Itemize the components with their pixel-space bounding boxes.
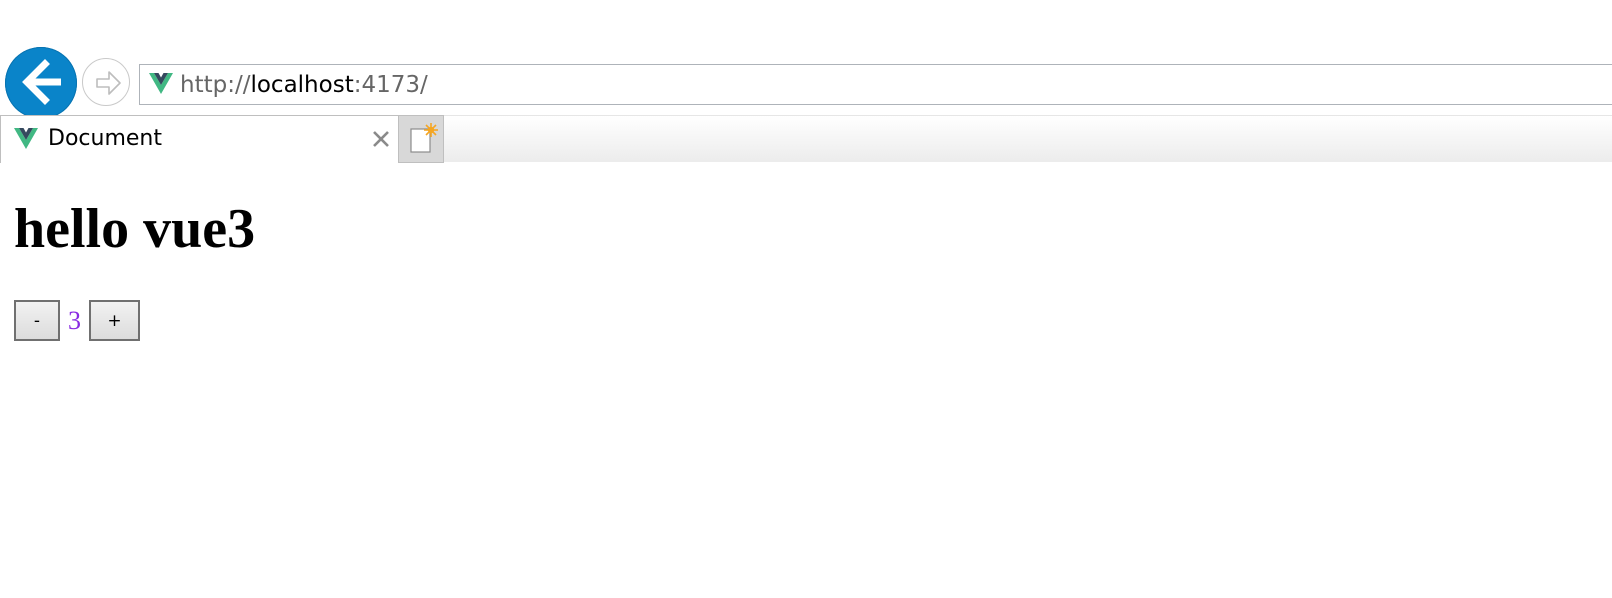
- new-tab-button[interactable]: [399, 115, 444, 163]
- tab-document[interactable]: Document: [0, 115, 399, 163]
- page-title: hello vue3: [14, 198, 256, 260]
- close-icon[interactable]: [368, 126, 394, 152]
- url-scheme: http://: [180, 72, 251, 98]
- tab-strip: Document: [0, 115, 1612, 163]
- counter: - 3 +: [14, 300, 1598, 341]
- url-host: localhost: [250, 72, 354, 98]
- vue-logo-icon: [149, 73, 173, 94]
- address-url[interactable]: http://localhost:4173/: [180, 70, 428, 100]
- browser-chrome: http://localhost:4173/ Document: [0, 0, 1612, 163]
- back-button[interactable]: [5, 47, 77, 119]
- counter-value: 3: [68, 305, 81, 335]
- tab-title: Document: [48, 126, 162, 151]
- decrement-button[interactable]: -: [14, 300, 60, 341]
- forward-button[interactable]: [82, 58, 130, 106]
- page-content: hello vue3 - 3 +: [0, 162, 1612, 341]
- vue-logo-icon: [14, 128, 38, 149]
- url-port-path: :4173/: [353, 72, 428, 98]
- increment-button[interactable]: +: [89, 300, 140, 341]
- new-tab-icon: [410, 123, 438, 153]
- forward-arrow-icon: [96, 71, 121, 95]
- back-arrow-icon: [22, 59, 61, 105]
- address-bar[interactable]: http://localhost:4173/: [139, 64, 1612, 105]
